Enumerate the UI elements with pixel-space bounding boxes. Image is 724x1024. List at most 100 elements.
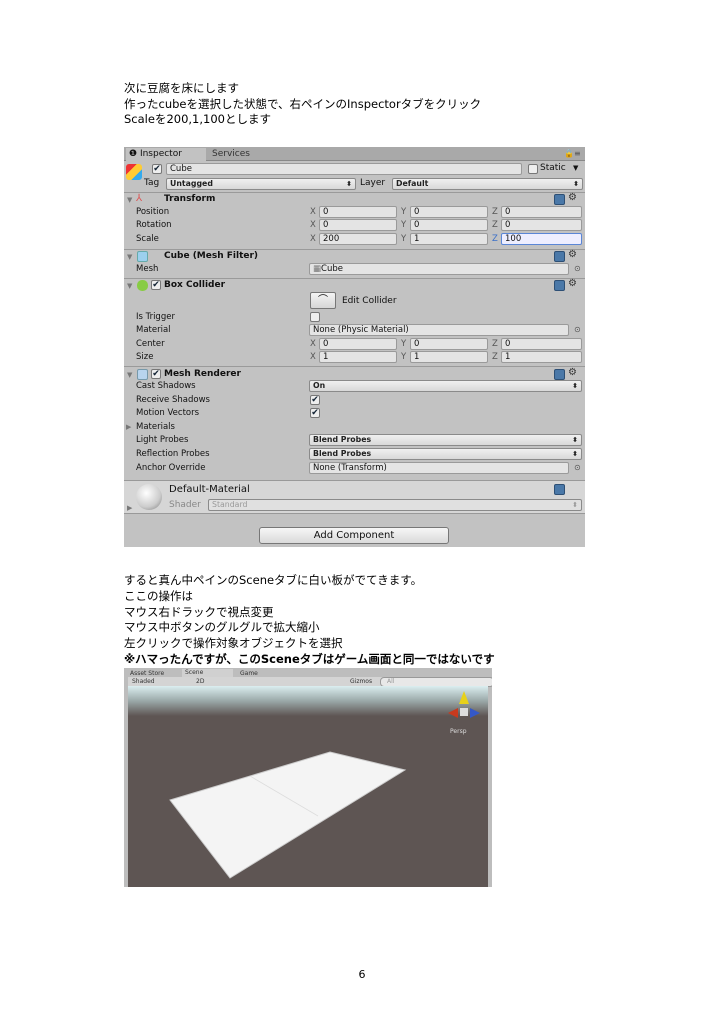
mesh-renderer-icon [137,369,148,380]
axis-label: Y [401,220,407,230]
collapse-icon[interactable]: ▼ [127,253,132,261]
size-y-field[interactable]: 1 [410,351,488,363]
mesh-value: Cube [321,264,343,274]
info-icon: ❶ [129,149,140,159]
size-z-field[interactable]: 1 [501,351,582,363]
mesh-icon: ▦ [313,264,322,274]
center-x-field[interactable]: 0 [319,338,397,350]
add-component-button[interactable]: Add Component [259,527,449,544]
box-collider-icon [137,280,148,291]
help-icon[interactable] [554,194,565,205]
scale-label: Scale [136,234,159,244]
gear-icon[interactable]: ⚙ [568,192,577,203]
gear-icon[interactable]: ⚙ [568,278,577,289]
mesh-renderer-checkbox[interactable]: ✔ [151,369,161,379]
intro-line: 次に豆腐を床にします [124,81,239,95]
collapse-icon[interactable]: ▼ [127,371,132,379]
scene-viewport[interactable] [128,686,488,887]
box-collider-checkbox[interactable]: ✔ [151,280,161,290]
2d-toggle[interactable]: 2D [196,678,204,685]
tag-label: Tag [144,178,160,188]
persp-label[interactable]: Persp [450,728,467,735]
scale-z-field[interactable]: 100 [501,233,582,245]
axis-label: Z [492,220,498,230]
tab-asset-store[interactable]: Asset Store [130,670,164,677]
light-probes-dropdown[interactable]: Blend Probes [309,434,582,446]
anchor-override-field[interactable]: None (Transform) [309,462,569,474]
center-label: Center [136,339,165,349]
document-page: 次に豆腐を床にします 作ったcubeを選択した状態で、右ペインのInspecto… [0,0,724,1024]
static-checkbox[interactable] [528,164,538,174]
tab-label: Inspector [139,149,182,159]
position-y-field[interactable]: 0 [410,206,488,218]
shader-label: Shader [169,500,201,510]
collapse-icon[interactable]: ▼ [127,196,132,204]
gear-icon[interactable]: ⚙ [568,367,577,378]
tab-inspector[interactable]: ❶ Inspector [126,148,206,161]
mesh-renderer-title: Mesh Renderer [164,369,241,379]
box-collider-title: Box Collider [164,280,226,290]
position-z-field[interactable]: 0 [501,206,582,218]
active-checkbox[interactable]: ✔ [152,164,162,174]
inspector-screenshot: ❶ Inspector Services 🔒≡ ✔ Cube Static ▼ … [124,147,585,547]
is-trigger-checkbox[interactable] [310,312,320,322]
rotation-y-field[interactable]: 0 [410,219,488,231]
body-text: すると真ん中ペインのSceneタブに白い板がでてきます。 ここの操作は マウス右… [124,573,495,668]
axis-label: X [310,234,316,244]
tab-scene[interactable]: Scene [182,669,233,677]
motion-vectors-checkbox[interactable]: ✔ [310,408,320,418]
is-trigger-label: Is Trigger [136,312,175,322]
gizmos-dropdown[interactable]: Gizmos [350,678,372,685]
note-line: ※ハマったんですが、このSceneタブはゲーム画面と同一ではないです [124,651,495,666]
tab-services[interactable]: Services [212,148,250,161]
material-label: Material [136,325,171,335]
object-picker-icon[interactable]: ⊙ [574,325,581,334]
physic-material-field[interactable]: None (Physic Material) [309,324,569,336]
object-picker-icon[interactable]: ⊙ [574,264,581,273]
static-dropdown-icon[interactable]: ▼ [573,164,578,172]
shading-dropdown[interactable]: Shaded [132,678,155,685]
help-icon[interactable] [554,280,565,291]
collapse-icon[interactable]: ▼ [127,282,132,290]
material-preview-sphere [136,484,162,510]
cast-shadows-dropdown[interactable]: On [309,380,582,392]
rotation-x-field[interactable]: 0 [319,219,397,231]
object-picker-icon[interactable]: ⊙ [574,463,581,472]
body-line: マウス右ドラックで視点変更 [124,604,274,619]
size-label: Size [136,352,154,362]
intro-line: 作ったcubeを選択した状態で、右ペインのInspectorタブをクリック [124,96,482,111]
scale-x-field[interactable]: 200 [319,233,397,245]
help-icon[interactable] [554,251,565,262]
scale-y-field[interactable]: 1 [410,233,488,245]
transform-icon: ⅄ [136,193,143,204]
edit-collider-button[interactable]: ⌒ [310,292,336,309]
center-y-field[interactable]: 0 [410,338,488,350]
tag-dropdown[interactable]: Untagged [166,178,356,190]
axis-label: Y [401,339,407,349]
layer-label: Layer [360,178,386,188]
axis-label: Z [492,339,498,349]
static-label: Static [540,163,566,173]
receive-shadows-checkbox[interactable]: ✔ [310,395,320,405]
gear-icon[interactable]: ⚙ [568,249,577,260]
shader-dropdown[interactable]: Standard [208,499,582,511]
mesh-field[interactable]: ▦Cube [309,263,569,275]
intro-line: Scaleを200,1,100とします [124,112,271,126]
lock-icon[interactable]: 🔒≡ [564,149,581,158]
help-icon[interactable] [554,369,565,380]
position-label: Position [136,207,170,217]
axis-label: Z [492,352,498,362]
expand-icon[interactable]: ▶ [127,504,132,512]
size-x-field[interactable]: 1 [319,351,397,363]
materials-label[interactable]: Materials [136,422,175,432]
object-name-field[interactable]: Cube [166,163,522,175]
body-line: ここの操作は [124,588,193,603]
reflection-probes-dropdown[interactable]: Blend Probes [309,448,582,460]
help-icon[interactable] [554,484,565,495]
rotation-z-field[interactable]: 0 [501,219,582,231]
layer-dropdown[interactable]: Default [392,178,583,190]
expand-icon[interactable]: ▶ [126,423,131,431]
tab-game[interactable]: Game [240,670,258,677]
position-x-field[interactable]: 0 [319,206,397,218]
center-z-field[interactable]: 0 [501,338,582,350]
